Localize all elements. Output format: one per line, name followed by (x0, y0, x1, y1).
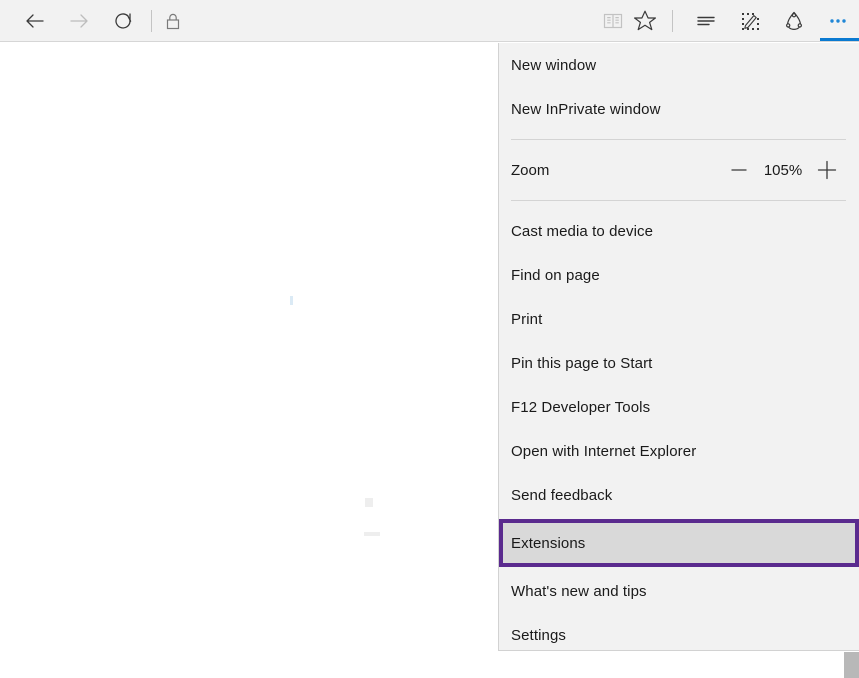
minus-icon (731, 169, 747, 171)
hub-button[interactable] (684, 0, 728, 41)
menu-divider-2 (511, 200, 846, 201)
menu-item-label: New window (511, 56, 597, 74)
menu-item-label: Find on page (511, 266, 600, 284)
page-artifact-2 (365, 498, 373, 507)
web-note-button[interactable] (728, 0, 772, 41)
zoom-in-button[interactable] (808, 151, 846, 189)
menu-item-print[interactable]: Print (499, 297, 859, 341)
menu-item-label: Print (511, 310, 543, 328)
toolbar-divider-right (672, 10, 673, 32)
menu-item-whats-new-and-tips[interactable]: What's new and tips (499, 569, 859, 613)
more-button[interactable] (816, 0, 859, 41)
zoom-label: Zoom (511, 161, 550, 179)
menu-item-label: Open with Internet Explorer (511, 442, 697, 460)
menu-divider-1 (511, 139, 846, 140)
menu-item-label: Cast media to device (511, 222, 654, 240)
plus-icon (817, 160, 837, 180)
menu-item-find-on-page[interactable]: Find on page (499, 253, 859, 297)
browser-toolbar (0, 0, 859, 42)
pencil-note-icon (742, 12, 759, 30)
browser-window: New window New InPrivate window Zoom 105… (0, 0, 859, 678)
menu-item-settings[interactable]: Settings (499, 613, 859, 657)
back-button[interactable] (13, 0, 57, 41)
arrow-left-icon (26, 13, 44, 28)
menu-item-label: Extensions (511, 534, 586, 552)
menu-item-pin-this-page-to-start[interactable]: Pin this page to Start (499, 341, 859, 385)
menu-item-label: Send feedback (511, 486, 613, 504)
lock-icon (166, 13, 180, 29)
menu-item-new-window[interactable]: New window (499, 43, 859, 87)
refresh-icon (115, 12, 132, 29)
more-menu-flyout: New window New InPrivate window Zoom 105… (498, 43, 859, 651)
menu-item-zoom: Zoom 105% (499, 148, 859, 192)
page-artifact-3 (364, 532, 380, 536)
favorites-button[interactable] (623, 0, 667, 41)
menu-item-label: Pin this page to Start (511, 354, 653, 372)
refresh-button[interactable] (101, 0, 145, 41)
menu-item-label: F12 Developer Tools (511, 398, 651, 416)
share-button[interactable] (772, 0, 816, 41)
menu-item-label: Settings (511, 626, 566, 644)
zoom-out-button[interactable] (720, 151, 758, 189)
zoom-level-value: 105% (763, 161, 803, 179)
share-icon (785, 11, 802, 30)
zoom-controls: 105% (720, 148, 846, 192)
menu-item-extensions[interactable]: Extensions (499, 519, 859, 567)
security-lock-indicator (151, 0, 195, 41)
forward-button[interactable] (57, 0, 101, 41)
more-button-active-underline (820, 38, 859, 41)
menu-item-cast-media-to-device[interactable]: Cast media to device (499, 209, 859, 253)
menu-item-label: What's new and tips (511, 582, 647, 600)
star-icon (634, 10, 656, 30)
menu-item-new-inprivate-window[interactable]: New InPrivate window (499, 87, 859, 131)
menu-item-f12-developer-tools[interactable]: F12 Developer Tools (499, 385, 859, 429)
arrow-right-icon (70, 13, 88, 28)
book-icon (603, 13, 623, 28)
hub-lines-icon (697, 16, 715, 25)
menu-item-open-with-internet-explorer[interactable]: Open with Internet Explorer (499, 429, 859, 473)
page-artifact-1 (290, 296, 293, 305)
menu-item-send-feedback[interactable]: Send feedback (499, 473, 859, 517)
menu-item-label: New InPrivate window (511, 100, 661, 118)
ellipsis-icon (830, 18, 846, 23)
